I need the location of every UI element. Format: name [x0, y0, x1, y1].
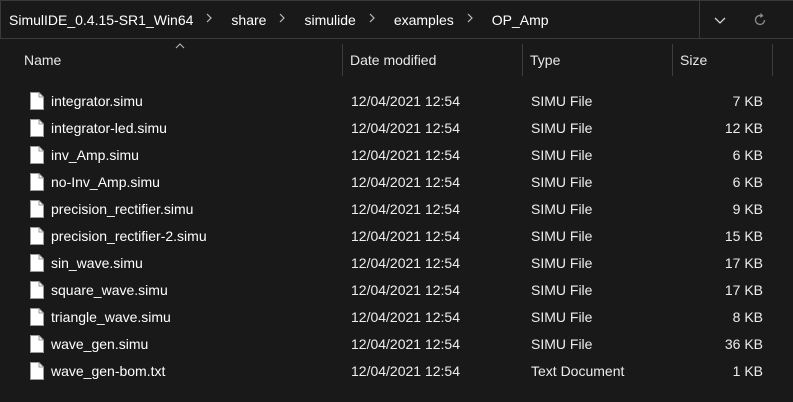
file-type: SIMU File: [531, 254, 593, 271]
document-icon: [29, 357, 45, 384]
chevron-right-icon[interactable]: [266, 12, 296, 27]
address-bar[interactable]: SimulIDE_0.4.15-SR1_Win64 share simulide ex…: [0, 0, 700, 39]
file-name[interactable]: inv_Amp.simu: [51, 141, 139, 168]
column-divider[interactable]: [522, 44, 523, 76]
file-type: SIMU File: [531, 335, 593, 352]
file-date: 12/04/2021 12:54: [351, 173, 460, 190]
file-name[interactable]: wave_gen.simu: [51, 330, 148, 357]
file-row[interactable]: wave_gen.simu 12/04/2021 12:54 SIMU File 36…: [0, 330, 793, 357]
file-date: 12/04/2021 12:54: [351, 119, 460, 136]
file-date: 12/04/2021 12:54: [351, 281, 460, 298]
refresh-button[interactable]: [740, 1, 780, 38]
file-name[interactable]: no-Inv_Amp.simu: [51, 168, 160, 195]
file-name[interactable]: triangle_wave.simu: [51, 303, 171, 330]
file-type: SIMU File: [531, 173, 593, 190]
file-name[interactable]: integrator-led.simu: [51, 114, 167, 141]
file-name[interactable]: precision_rectifier-2.simu: [51, 222, 207, 249]
chevron-down-icon: [714, 17, 726, 24]
breadcrumb-item[interactable]: SimulIDE_0.4.15-SR1_Win64: [1, 12, 193, 28]
file-date: 12/04/2021 12:54: [351, 335, 460, 352]
file-row[interactable]: integrator.simu 12/04/2021 12:54 SIMU File…: [0, 87, 793, 114]
document-icon: [29, 276, 45, 303]
file-size: 9 KB: [732, 200, 763, 217]
file-size: 1 KB: [732, 362, 763, 379]
address-history-button[interactable]: [700, 1, 740, 38]
file-type: SIMU File: [531, 92, 593, 109]
breadcrumb: SimulIDE_0.4.15-SR1_Win64 share simulide ex…: [1, 1, 549, 38]
file-row[interactable]: square_wave.simu 12/04/2021 12:54 SIMU Fil…: [0, 276, 793, 303]
file-date: 12/04/2021 12:54: [351, 146, 460, 163]
file-size: 6 KB: [732, 173, 763, 190]
file-size: 17 KB: [724, 254, 763, 271]
file-size: 12 KB: [724, 119, 763, 136]
file-date: 12/04/2021 12:54: [351, 227, 460, 244]
file-row[interactable]: no-Inv_Amp.simu 12/04/2021 12:54 SIMU File…: [0, 168, 793, 195]
document-icon: [29, 87, 45, 114]
file-row[interactable]: sin_wave.simu 12/04/2021 12:54 SIMU File 17…: [0, 249, 793, 276]
file-row[interactable]: wave_gen-bom.txt 12/04/2021 12:54 Text Doc…: [0, 357, 793, 384]
column-divider[interactable]: [672, 44, 673, 76]
breadcrumb-item[interactable]: examples: [386, 12, 454, 28]
breadcrumb-item[interactable]: simulide: [296, 12, 355, 28]
file-date: 12/04/2021 12:54: [351, 308, 460, 325]
refresh-icon: [754, 12, 766, 25]
file-name[interactable]: square_wave.simu: [51, 276, 168, 303]
document-icon: [29, 168, 45, 195]
chevron-right-icon[interactable]: [356, 12, 386, 27]
file-type: SIMU File: [531, 146, 593, 163]
file-row[interactable]: precision_rectifier-2.simu 12/04/2021 12:…: [0, 222, 793, 249]
chevron-right-icon[interactable]: [454, 12, 484, 27]
file-type: SIMU File: [531, 119, 593, 136]
column-header-row: Name Date modified Type Size: [0, 40, 793, 80]
column-header-size[interactable]: Size: [680, 40, 770, 80]
file-size: 8 KB: [732, 308, 763, 325]
file-size: 7 KB: [732, 92, 763, 109]
document-icon: [29, 249, 45, 276]
file-type: SIMU File: [531, 200, 593, 217]
file-type: SIMU File: [531, 227, 593, 244]
breadcrumb-item[interactable]: share: [223, 12, 266, 28]
file-name[interactable]: precision_rectifier.simu: [51, 195, 193, 222]
file-type: SIMU File: [531, 281, 593, 298]
file-row[interactable]: integrator-led.simu 12/04/2021 12:54 SIMU …: [0, 114, 793, 141]
breadcrumb-item[interactable]: OP_Amp: [484, 12, 549, 28]
file-type: Text Document: [531, 362, 625, 379]
file-size: 36 KB: [724, 335, 763, 352]
file-date: 12/04/2021 12:54: [351, 254, 460, 271]
file-list: integrator.simu 12/04/2021 12:54 SIMU File…: [0, 87, 793, 384]
chevron-right-icon[interactable]: [193, 12, 223, 27]
column-divider[interactable]: [342, 44, 343, 76]
document-icon: [29, 303, 45, 330]
file-size: 6 KB: [732, 146, 763, 163]
file-row[interactable]: triangle_wave.simu 12/04/2021 12:54 SIMU F…: [0, 303, 793, 330]
column-header-name[interactable]: Name: [24, 40, 342, 80]
column-divider[interactable]: [772, 44, 773, 76]
column-header-date[interactable]: Date modified: [350, 40, 520, 80]
file-date: 12/04/2021 12:54: [351, 92, 460, 109]
address-bar-controls: [700, 0, 793, 39]
file-name[interactable]: wave_gen-bom.txt: [51, 357, 165, 384]
document-icon: [29, 222, 45, 249]
file-name[interactable]: integrator.simu: [51, 87, 143, 114]
document-icon: [29, 195, 45, 222]
file-size: 17 KB: [724, 281, 763, 298]
file-row[interactable]: inv_Amp.simu 12/04/2021 12:54 SIMU File 6 K…: [0, 141, 793, 168]
document-icon: [29, 141, 45, 168]
file-date: 12/04/2021 12:54: [351, 362, 460, 379]
file-row[interactable]: precision_rectifier.simu 12/04/2021 12:54…: [0, 195, 793, 222]
document-icon: [29, 330, 45, 357]
file-size: 15 KB: [724, 227, 763, 244]
file-date: 12/04/2021 12:54: [351, 200, 460, 217]
document-icon: [29, 114, 45, 141]
column-header-type[interactable]: Type: [530, 40, 670, 80]
file-type: SIMU File: [531, 308, 593, 325]
file-name[interactable]: sin_wave.simu: [51, 249, 143, 276]
